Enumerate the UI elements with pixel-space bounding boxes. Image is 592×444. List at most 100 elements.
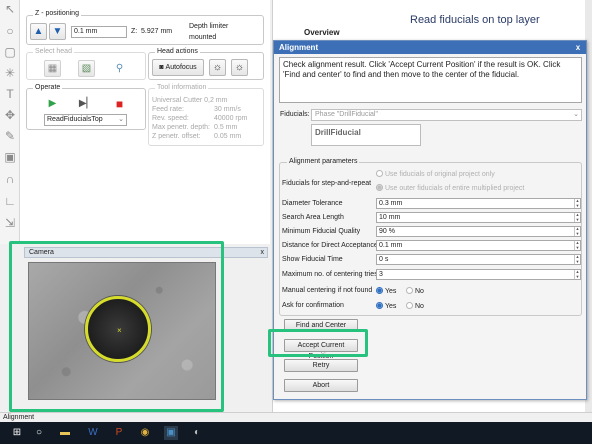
powerpoint-icon[interactable]: P [112,426,126,440]
app-icon[interactable]: ▣ [164,426,178,440]
radio-icon [376,302,383,309]
circle-icon[interactable]: ○ [3,24,17,38]
light-off-button[interactable]: ☼ [231,59,248,76]
spin-icon[interactable]: ▲ ▼ [574,198,580,208]
select-arrow-icon[interactable]: ↖ [3,2,17,16]
status-bar: Alignment [0,412,592,422]
overview-heading: Overview [304,28,340,37]
search-icon[interactable]: ○ [32,426,46,440]
select-head-title: Select head [33,48,74,55]
tool-info-group: Tool information Universal Cutter 0,2 mm… [148,84,264,146]
word-icon[interactable]: W [86,426,100,440]
show-time-input[interactable]: 0 s ▲ ▼ [376,254,581,265]
phase-select[interactable]: Phase "DrillFiducial" ⌄ [311,109,582,121]
arch-icon[interactable]: ∩ [3,172,17,186]
dialog-titlebar: Alignment x [274,41,586,54]
step-repeat-option-outer[interactable]: Use outer fiducials of entire multiplied… [376,184,524,192]
field-label: Minimum Fiducial Quality [282,228,361,235]
field-value: 0.1 mm [379,242,403,249]
head-dispense-button[interactable]: ⚲ [111,60,128,77]
z-down-button[interactable]: ▼ [49,23,66,40]
spin-icon[interactable]: ▲ ▼ [574,212,580,222]
text-icon[interactable]: T [3,87,17,101]
dialog-message: Check alignment result. Click 'Accept Cu… [279,57,582,103]
abort-button[interactable]: Abort [284,379,358,392]
head-tool-button[interactable]: ▦ [44,60,61,77]
windows-start-icon[interactable]: ⊞ [10,426,24,440]
confirm-no[interactable]: No [406,302,424,310]
manual-centering-yes[interactable]: Yes [376,287,396,295]
field-value: 0 s [379,256,389,263]
yes-label: Yes [385,288,397,295]
square-icon[interactable]: ▢ [3,45,17,59]
light-on-button[interactable]: ☼ [209,59,226,76]
camera-highlight [9,241,224,412]
diameter-tolerance-input[interactable]: 0.3 mm ▲ ▼ [376,198,581,209]
camera-icon: ◙ [159,64,164,71]
yes-label: Yes [385,303,397,310]
direct-acceptance-input[interactable]: 0.1 mm ▲ ▼ [376,240,581,251]
head-camera-button[interactable]: ▧ [78,60,95,77]
program-select[interactable]: ReadFiducialsTop ⌄ [44,114,127,126]
crosshair-icon[interactable]: ✥ [3,108,17,122]
tool-info-value: 40000 rpm [214,115,248,122]
field-label: Distance for Direct Acceptance [282,242,378,249]
search-area-input[interactable]: 10 mm ▲ ▼ [376,212,581,223]
manual-centering-no[interactable]: No [406,287,424,295]
z-positioning-title: Z - positioning [33,10,81,17]
field-label: Search Area Length [282,214,344,221]
close-icon[interactable]: x [261,248,265,257]
file-explorer-icon[interactable]: ▬ [58,426,72,440]
field-label: Diameter Tolerance [282,200,343,207]
option-label: Use outer fiducials of entire multiplied… [385,185,525,192]
left-toolbar: ↖ ○ ▢ ✳ T ✥ ✎ ▣ ∩ ∟ ⇲ [0,0,20,244]
control-panel: Z - positioning ▲ ▼ 0.1 mm Z: 5.927 mm D… [20,0,270,244]
stop-button[interactable]: ■ [111,95,128,112]
tool-info-label: Max penetr. depth: [152,124,210,131]
tool-info-label: Feed rate: [152,106,184,113]
radio-icon [406,287,413,294]
tool-info-label: Rev. speed: [152,115,189,122]
spin-icon[interactable]: ▲ ▼ [574,254,580,264]
chevron-down-icon: ⌄ [573,111,579,118]
tool-info-value: 30 mm/s [214,106,241,113]
step-repeat-option-original[interactable]: Use fiducials of original project only [376,170,495,178]
fiducial-quality-input[interactable]: 90 % ▲ ▼ [376,226,581,237]
layer-icon[interactable]: ▣ [3,150,17,164]
operate-title: Operate [33,84,63,91]
star-icon[interactable]: ✳ [3,66,17,80]
depth-limiter-value: mounted [189,34,217,41]
spin-icon[interactable]: ▲ ▼ [574,240,580,250]
manual-centering-label: Manual centering if not found [282,287,373,294]
z-up-button[interactable]: ▲ [30,23,47,40]
browser-icon[interactable]: ◐ [190,426,204,440]
spin-icon[interactable]: ▲ ▼ [574,269,580,279]
z-step-input[interactable]: 0.1 mm [71,26,127,38]
pen-icon[interactable]: ✎ [3,129,17,143]
close-icon[interactable]: x [573,43,583,52]
centering-tries-input[interactable]: 3 ▲ ▼ [376,269,581,280]
field-label: Maximum no. of centering tries [282,271,378,278]
field-value: 3 [379,271,383,278]
autofocus-button[interactable]: ◙ Autofocus [152,59,204,76]
run-button[interactable]: ▶ [44,95,61,112]
retry-button[interactable]: Retry [284,359,358,372]
z-positioning-group: Z - positioning ▲ ▼ 0.1 mm Z: 5.927 mm D… [26,10,264,45]
step-button[interactable]: ▶▏ [78,95,95,112]
confirm-yes[interactable]: Yes [376,302,396,310]
tool-info-label: Z penetr. offset: [152,133,201,140]
dialog-title: Alignment [279,43,319,52]
phase-value: Phase "DrillFiducial" [315,111,378,118]
option-label: Use fiducials of original project only [385,171,495,178]
spin-icon[interactable]: ▲ ▼ [574,226,580,236]
chrome-icon[interactable]: ◉ [138,426,152,440]
tool-name: Universal Cutter 0,2 mm [152,97,228,104]
status-text: Alignment [3,414,35,421]
unit-icon[interactable]: ⇲ [3,216,17,230]
accept-button-highlight [268,329,368,357]
radio-icon [376,287,383,294]
z-label: Z: [131,28,138,35]
program-value: ReadFiducialsTop [47,116,103,123]
radio-icon [406,302,413,309]
measure-icon[interactable]: ∟ [3,194,17,208]
